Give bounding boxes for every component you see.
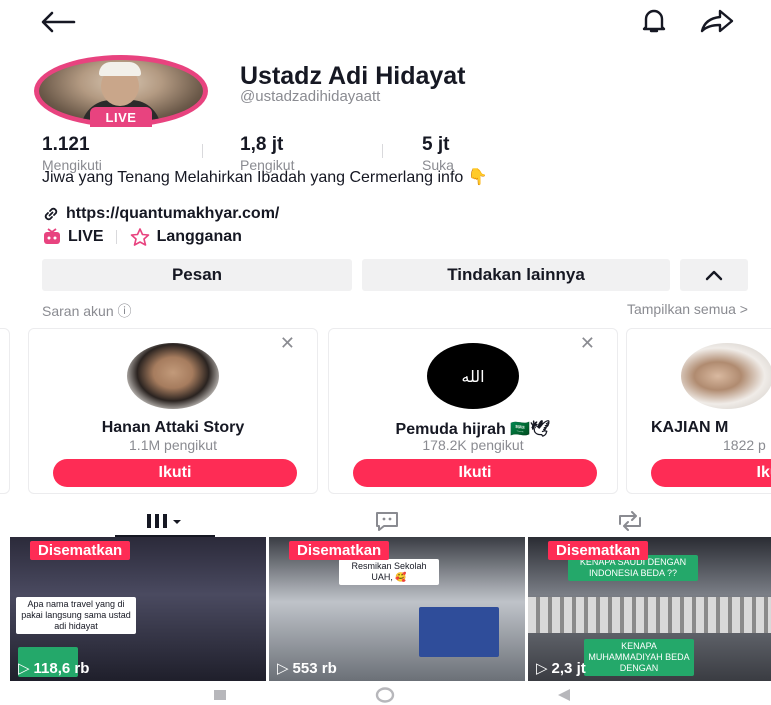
stat-value: 5 jt bbox=[422, 134, 450, 155]
play-icon: ▷ bbox=[18, 660, 30, 677]
share-button[interactable] bbox=[697, 4, 737, 38]
circle-icon bbox=[375, 687, 395, 703]
subscription-link[interactable]: Langganan bbox=[129, 228, 242, 246]
profile-link[interactable]: https://quantumakhyar.com/ bbox=[42, 205, 279, 223]
video-caption: KENAPA MUHAMMADIYAH BEDA DENGAN bbox=[584, 639, 694, 676]
grid-icon bbox=[147, 514, 181, 528]
tab-reposts[interactable] bbox=[600, 507, 660, 535]
home-button[interactable] bbox=[372, 687, 398, 703]
view-count-text: 553 rb bbox=[292, 659, 337, 677]
extras-divider bbox=[115, 230, 117, 244]
recents-button[interactable] bbox=[208, 687, 232, 703]
stat-value: 1,8 jt bbox=[240, 134, 284, 155]
suggestion-card[interactable]: KAJIAN M 1822 p Ikuti bbox=[626, 328, 771, 494]
suggestion-name: Pemuda hijrah 🇸🇦🕊 bbox=[395, 421, 551, 438]
arrow-left-icon bbox=[41, 11, 76, 33]
follow-button[interactable]: Ikuti bbox=[651, 459, 771, 487]
link-text: https://quantumakhyar.com/ bbox=[66, 205, 280, 222]
view-count-text: 118,6 rb bbox=[33, 659, 90, 677]
video-thumbnail[interactable]: Resmikan Sekolah UAH, 🥰 Disematkan ▷ 553… bbox=[269, 537, 525, 681]
live-badge: LIVE bbox=[90, 107, 152, 127]
comment-icon bbox=[376, 512, 398, 531]
live-label: LIVE bbox=[68, 228, 104, 245]
repost-icon bbox=[619, 511, 641, 531]
pinned-badge: Disematkan bbox=[548, 541, 649, 560]
tv-icon bbox=[44, 228, 60, 244]
video-caption: Apa nama travel yang di pakai langsung s… bbox=[16, 597, 136, 634]
video-overlay bbox=[419, 607, 499, 657]
collapse-suggestions-button[interactable] bbox=[680, 259, 748, 291]
top-bar bbox=[0, 0, 771, 44]
video-overlay bbox=[528, 597, 771, 633]
chevron-up-icon bbox=[705, 270, 723, 281]
video-grid: Apa nama travel yang di pakai langsung s… bbox=[10, 537, 771, 681]
triangle-back-icon bbox=[558, 689, 570, 701]
link-icon bbox=[44, 207, 58, 221]
square-icon bbox=[214, 690, 226, 700]
profile-bio: Jiwa yang Tenang Melahirkan Ibadah yang … bbox=[42, 169, 488, 186]
share-icon bbox=[700, 9, 734, 33]
stat-likes[interactable]: 5 jt Suka bbox=[422, 134, 454, 173]
play-icon: ▷ bbox=[536, 660, 548, 677]
profile-handle: @ustadzadihidayaatt bbox=[240, 88, 381, 105]
suggestion-avatar[interactable] bbox=[681, 343, 771, 409]
follow-button[interactable]: Ikuti bbox=[353, 459, 597, 487]
back-button[interactable] bbox=[38, 6, 78, 38]
pinned-badge: Disematkan bbox=[289, 541, 390, 560]
view-count: ▷ 2,3 jt bbox=[536, 659, 586, 678]
back-nav-button[interactable] bbox=[552, 687, 576, 703]
stat-divider bbox=[382, 144, 383, 158]
suggestion-followers: 1.1M pengikut bbox=[129, 437, 217, 453]
tab-videos[interactable] bbox=[135, 507, 195, 535]
tab-private[interactable] bbox=[357, 507, 417, 535]
close-icon[interactable]: ✕ bbox=[280, 333, 295, 354]
notification-button[interactable] bbox=[636, 4, 672, 38]
suggestion-card bbox=[0, 328, 10, 494]
video-thumbnail[interactable]: KENAPA SAUDI DENGAN INDONESIA BEDA ?? KE… bbox=[528, 537, 771, 681]
follow-button[interactable]: Ikuti bbox=[53, 459, 297, 487]
profile-name: Ustadz Adi Hidayat bbox=[240, 62, 466, 90]
more-actions-button[interactable]: Tindakan lainnya bbox=[362, 259, 670, 291]
content-tabs bbox=[0, 505, 771, 537]
suggestion-avatar[interactable] bbox=[127, 343, 219, 409]
suggestion-followers: 1822 p bbox=[723, 437, 766, 453]
suggestion-followers: 178.2K pengikut bbox=[422, 437, 524, 453]
live-link[interactable]: LIVE bbox=[42, 228, 104, 246]
show-all-link[interactable]: Tampilkan semua > bbox=[627, 301, 748, 317]
play-icon: ▷ bbox=[277, 660, 289, 677]
profile-extras: LIVE Langganan bbox=[42, 228, 242, 246]
suggestion-avatar[interactable]: الله bbox=[427, 343, 519, 409]
stat-value: 1.121 bbox=[42, 134, 90, 155]
suggestion-card[interactable]: ✕ الله Pemuda hijrah 🇸🇦🕊 178.2K pengikut… bbox=[328, 328, 618, 494]
suggestions-header: Saran akun ⓘ Tampilkan semua > bbox=[42, 301, 748, 321]
suggestion-carousel[interactable]: ✕ Hanan Attaki Story 1.1M pengikut Ikuti… bbox=[0, 328, 771, 496]
suggestion-card[interactable]: ✕ Hanan Attaki Story 1.1M pengikut Ikuti bbox=[28, 328, 318, 494]
stat-divider bbox=[202, 144, 203, 158]
avatar-cap bbox=[99, 62, 141, 76]
pinned-badge: Disematkan bbox=[30, 541, 131, 560]
suggestion-name: Hanan Attaki Story bbox=[101, 419, 245, 436]
stat-followers[interactable]: 1,8 jt Pengikut bbox=[240, 134, 294, 173]
avatar-calligraphy: الله bbox=[461, 366, 485, 386]
suggestions-title: Saran akun ⓘ bbox=[42, 303, 132, 319]
subscription-label: Langganan bbox=[156, 228, 242, 245]
stat-following[interactable]: 1.121 Mengikuti bbox=[42, 134, 102, 173]
profile-avatar[interactable]: LIVE bbox=[34, 55, 210, 127]
view-count-text: 2,3 jt bbox=[551, 659, 586, 677]
suggestion-name: KAJIAN M bbox=[651, 419, 729, 436]
bell-icon bbox=[642, 9, 666, 33]
message-button[interactable]: Pesan bbox=[42, 259, 352, 291]
view-count: ▷ 118,6 rb bbox=[18, 659, 90, 678]
view-count: ▷ 553 rb bbox=[277, 659, 337, 678]
system-nav-bar bbox=[0, 684, 771, 705]
star-icon bbox=[130, 228, 149, 246]
video-thumbnail[interactable]: Apa nama travel yang di pakai langsung s… bbox=[10, 537, 266, 681]
profile-stats: 1.121 Mengikuti 1,8 jt Pengikut 5 jt Suk… bbox=[42, 134, 542, 173]
video-caption: Resmikan Sekolah UAH, 🥰 bbox=[339, 559, 439, 585]
close-icon[interactable]: ✕ bbox=[580, 333, 595, 354]
